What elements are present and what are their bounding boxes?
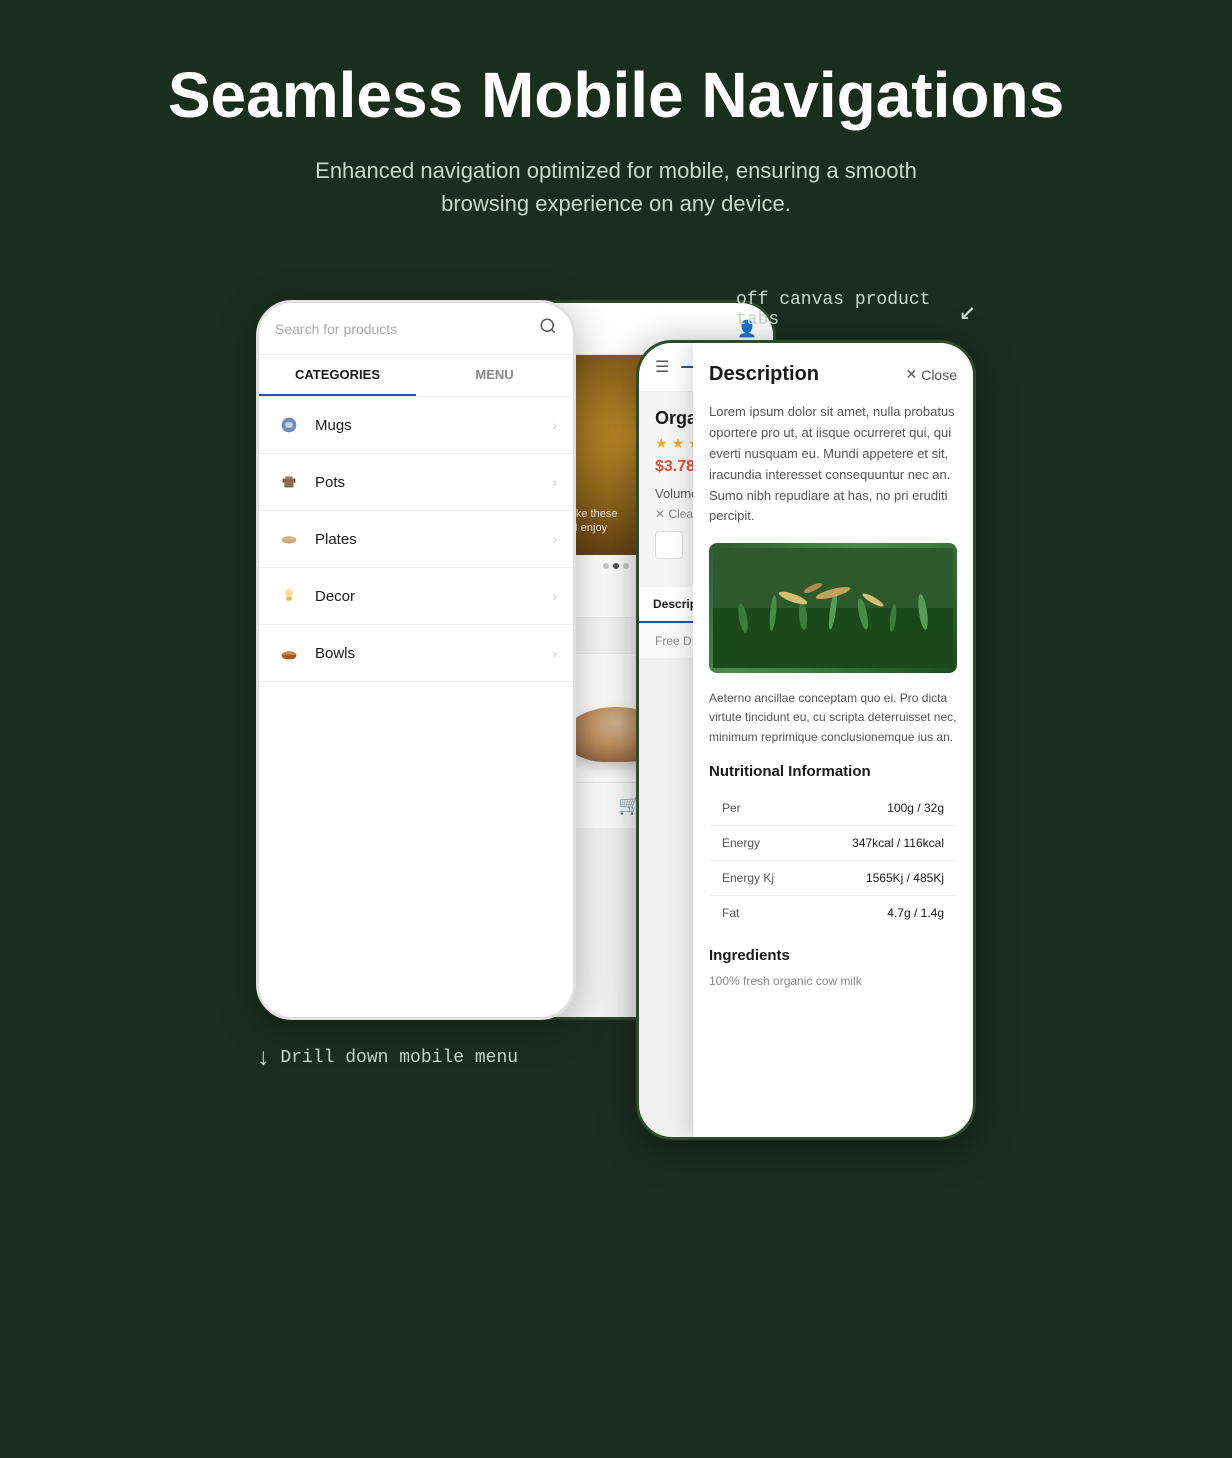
product-detail-image: [709, 543, 957, 673]
star-1: ★: [655, 435, 668, 452]
category-tabs: CATEGORIES MENU: [259, 355, 573, 397]
page-subtitle: Enhanced navigation optimized for mobile…: [306, 154, 926, 220]
qty-minus-btn[interactable]: -: [655, 531, 683, 559]
left-phone-container: art. 👤 f pots, n of my entire soul, like…: [256, 300, 576, 1071]
tab-categories[interactable]: CATEGORIES: [259, 355, 416, 396]
dot-3: [623, 563, 629, 569]
pots-arrow: ›: [552, 474, 557, 490]
grass-svg: [713, 548, 953, 668]
off-canvas-label: off canvas product tabs ↙: [736, 290, 976, 330]
category-list: Mugs › Pots ›: [259, 397, 573, 682]
ingredients-text: 100% fresh organic cow milk: [709, 972, 957, 990]
nutrition-row-energy-kj: Energy Kj 1565Kj / 485Kj: [710, 860, 957, 895]
offcanvas-description: Lorem ipsum dolor sit amet, nulla probat…: [709, 402, 957, 527]
nutrition-row-fat: Fat 4.7g / 1.4g: [710, 895, 957, 930]
left-phone-front: Search for products CATEGORIES MENU: [256, 300, 576, 1020]
search-icon[interactable]: [539, 317, 557, 340]
drill-down-label: ↑ Drill down mobile menu: [256, 1044, 518, 1071]
mugs-arrow: ›: [552, 417, 557, 433]
dot-1: [603, 563, 609, 569]
nutrition-title: Nutritional Information: [709, 763, 957, 780]
offcanvas-extra-description: Aeterno ancillae conceptam quo ei. Pro d…: [709, 689, 957, 747]
pots-icon: [275, 468, 303, 496]
hamburger-icon[interactable]: ☰: [655, 357, 669, 377]
plates-arrow: ›: [552, 531, 557, 547]
right-phone: ☰ Organic F ★ ★ ★ ★ ★ (2 d $3.78 / ea (: [636, 340, 976, 1140]
category-item-plates[interactable]: Plates ›: [259, 511, 573, 568]
plates-label: Plates: [315, 531, 552, 548]
x-close-icon: ✕: [905, 366, 917, 383]
category-item-decor[interactable]: Decor ›: [259, 568, 573, 625]
search-placeholder-text: Search for products: [275, 321, 397, 337]
search-bar: Search for products: [259, 303, 573, 355]
right-phone-container: off canvas product tabs ↙ ☰ Organic F ★ …: [636, 340, 976, 1140]
bowls-arrow: ›: [552, 645, 557, 661]
x-icon: ✕: [655, 507, 665, 521]
nutrition-row-energy: Energy 347kcal / 116kcal: [710, 825, 957, 860]
nutrition-table: Per 100g / 32g Energy 347kcal / 116kcal …: [709, 790, 957, 931]
decor-arrow: ›: [552, 588, 557, 604]
phones-row: art. 👤 f pots, n of my entire soul, like…: [40, 300, 1192, 1140]
page-title: Seamless Mobile Navigations: [168, 60, 1064, 130]
off-canvas-arrow-icon: ↙: [959, 293, 976, 328]
mugs-label: Mugs: [315, 417, 552, 434]
offcanvas-title: Description: [709, 363, 819, 386]
bowls-icon: [275, 639, 303, 667]
decor-icon: [275, 582, 303, 610]
mugs-icon: [275, 411, 303, 439]
category-item-bowls[interactable]: Bowls ›: [259, 625, 573, 682]
nutrition-row-per: Per 100g / 32g: [710, 790, 957, 825]
offcanvas-panel: Description ✕ Close Lorem ipsum dolor si…: [693, 343, 973, 1137]
close-button[interactable]: ✕ Close: [905, 366, 957, 383]
category-item-pots[interactable]: Pots ›: [259, 454, 573, 511]
ingredients-title: Ingredients: [709, 947, 957, 964]
category-item-mugs[interactable]: Mugs ›: [259, 397, 573, 454]
dot-2: [613, 563, 619, 569]
plates-icon: [275, 525, 303, 553]
star-2: ★: [672, 435, 685, 452]
offcanvas-header: Description ✕ Close: [709, 363, 957, 386]
decor-label: Decor: [315, 588, 552, 605]
tab-menu[interactable]: MENU: [416, 355, 573, 396]
bowls-label: Bowls: [315, 645, 552, 662]
drill-arrow-icon: ↑: [256, 1044, 270, 1071]
pots-label: Pots: [315, 474, 552, 491]
